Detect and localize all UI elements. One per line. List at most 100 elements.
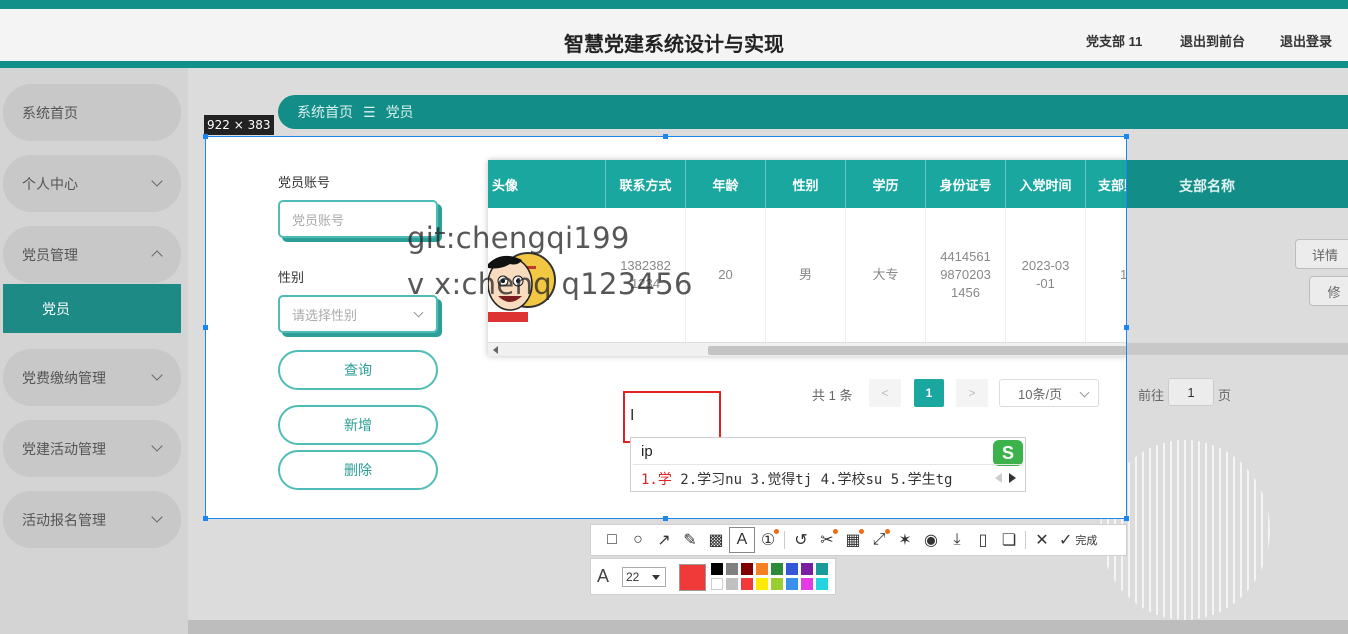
color-swatch[interactable] xyxy=(816,563,828,575)
detail-button[interactable]: 详情 xyxy=(1295,239,1348,269)
resize-handle[interactable] xyxy=(203,516,208,521)
annotation-text-box[interactable]: I xyxy=(623,391,721,443)
pager-current-page[interactable]: 1 xyxy=(914,379,944,407)
pin-icon[interactable]: ✶ xyxy=(892,527,918,553)
resize-handle[interactable] xyxy=(1124,134,1129,139)
cut-icon[interactable]: ✂ xyxy=(814,527,840,553)
color-swatch[interactable] xyxy=(756,578,768,590)
color-swatch[interactable] xyxy=(726,578,738,590)
add-button[interactable]: 新增 xyxy=(278,405,438,445)
scroll-thumb[interactable] xyxy=(708,346,1126,355)
resize-handle[interactable] xyxy=(1124,516,1129,521)
sidebar-item-activities[interactable]: 党建活动管理 xyxy=(3,420,181,477)
resize-handle[interactable] xyxy=(1124,325,1129,330)
color-swatch[interactable] xyxy=(726,563,738,575)
undo-icon[interactable]: ↺ xyxy=(788,527,814,553)
th-phone: 联系方式 xyxy=(606,160,686,208)
divider xyxy=(1025,531,1026,549)
goto-page-input[interactable]: 1 xyxy=(1168,378,1214,406)
page-scrollbar[interactable] xyxy=(188,620,1348,634)
th-id-number: 身份证号 xyxy=(926,160,1006,208)
color-swatch[interactable] xyxy=(771,563,783,575)
branch-user-link[interactable]: 党支部 11 xyxy=(1086,31,1142,50)
delete-button[interactable]: 删除 xyxy=(278,450,438,490)
color-swatch[interactable] xyxy=(801,578,813,590)
sidebar-item-label: 个人中心 xyxy=(22,175,78,192)
arrow-icon[interactable]: ↗ xyxy=(651,527,677,553)
ime-candidate-1[interactable]: 1.学 xyxy=(641,472,672,488)
query-button[interactable]: 查询 xyxy=(278,350,438,390)
download-icon[interactable]: ⤓ xyxy=(944,527,970,553)
chevron-down-icon xyxy=(151,175,163,187)
resize-handle[interactable] xyxy=(663,516,668,521)
ime-prev-icon[interactable] xyxy=(995,473,1002,483)
color-swatch[interactable] xyxy=(786,578,798,590)
ocr-icon[interactable]: ▦ xyxy=(840,527,866,553)
page-size-select[interactable]: 10条/页 xyxy=(999,379,1099,407)
chevron-down-icon xyxy=(151,511,163,523)
color-swatch[interactable] xyxy=(741,563,753,575)
color-swatch[interactable] xyxy=(711,578,723,590)
th-avatar: 头像 xyxy=(488,160,606,208)
done-button[interactable]: ✓ 完成 xyxy=(1059,530,1097,550)
table-header-overflow: 支部名称 xyxy=(1125,160,1348,208)
ime-next-icon[interactable] xyxy=(1009,473,1016,483)
table-scrollbar[interactable] xyxy=(488,342,1126,356)
pen-icon[interactable]: ✎ xyxy=(677,527,703,553)
record-icon[interactable]: ◉ xyxy=(918,527,944,553)
cell-branch-account: 11 xyxy=(1086,208,1126,342)
ellipse-icon[interactable]: ○ xyxy=(625,527,651,553)
chevron-down-icon xyxy=(151,369,163,381)
sidebar-item-label: 党员管理 xyxy=(22,246,78,263)
mosaic-icon[interactable]: ▩ xyxy=(703,527,729,553)
logout-link[interactable]: 退出登录 xyxy=(1280,31,1332,50)
color-swatch[interactable] xyxy=(741,578,753,590)
current-color-swatch[interactable] xyxy=(679,564,706,591)
check-icon: ✓ xyxy=(1059,532,1073,549)
sidebar-item-member-management[interactable]: 党员管理 xyxy=(3,226,181,283)
edit-button[interactable]: 修 xyxy=(1309,276,1348,306)
color-swatch[interactable] xyxy=(756,563,768,575)
th-age: 年龄 xyxy=(686,160,766,208)
expand-icon[interactable]: ⤢ xyxy=(866,527,892,553)
resize-handle[interactable] xyxy=(203,325,208,330)
ime-input: ip xyxy=(641,443,653,460)
capture-region[interactable]: 党员账号 党员账号 性别 请选择性别 查询 新增 删除 头像 联系方式 年龄 性… xyxy=(205,136,1127,519)
pager-next-button[interactable]: > xyxy=(956,379,988,407)
sidebar-subitem-member[interactable]: 党员 xyxy=(3,284,181,333)
sidebar-item-home[interactable]: 系统首页 xyxy=(3,84,181,141)
text-cursor-icon: I xyxy=(630,407,635,424)
th-branch-account: 支部账号 xyxy=(1086,160,1126,208)
exit-to-front-link[interactable]: 退出到前台 xyxy=(1180,31,1245,50)
color-swatch[interactable] xyxy=(771,578,783,590)
pager-prev-button[interactable]: < xyxy=(869,379,901,407)
screenshot-toolbar: □ ○ ↗ ✎ ▩ A ① ↺ ✂ ▦ ⤢ ✶ ◉ ⤓ ▯ ❏ ✕ ✓ 完成 xyxy=(590,524,1127,556)
th-education: 学历 xyxy=(846,160,926,208)
resize-handle[interactable] xyxy=(203,134,208,139)
color-swatch[interactable] xyxy=(801,563,813,575)
rectangle-icon[interactable]: □ xyxy=(599,527,625,553)
ime-candidate-window[interactable]: ip S 1.学 2.学习nu 3.觉得tj 4.学校su 5.学生tg xyxy=(630,437,1026,492)
chevron-down-icon xyxy=(1079,387,1090,398)
close-icon[interactable]: ✕ xyxy=(1029,527,1055,553)
resize-handle[interactable] xyxy=(663,134,668,139)
ime-candidate-5[interactable]: 5.学生tg xyxy=(891,472,953,488)
text-icon[interactable]: A xyxy=(729,527,755,553)
sidebar-item-signups[interactable]: 活动报名管理 xyxy=(3,491,181,548)
scroll-left-icon[interactable] xyxy=(493,346,498,354)
color-swatch[interactable] xyxy=(786,563,798,575)
font-size-select[interactable]: 22 xyxy=(622,567,666,587)
number-icon[interactable]: ① xyxy=(755,527,781,553)
ime-candidate-4[interactable]: 4.学校su xyxy=(821,472,883,488)
ime-candidate-2[interactable]: 2.学习nu xyxy=(680,472,742,488)
color-swatch[interactable] xyxy=(816,578,828,590)
member-table: 头像 联系方式 年龄 性别 学历 身份证号 入党时间 支部账号 1382382 xyxy=(488,160,1126,356)
sidebar-item-dues[interactable]: 党费缴纳管理 xyxy=(3,349,181,406)
breadcrumb-home[interactable]: 系统首页 xyxy=(297,102,353,122)
sidebar-item-label: 活动报名管理 xyxy=(22,511,106,528)
color-swatch[interactable] xyxy=(711,563,723,575)
phone-icon[interactable]: ▯ xyxy=(970,527,996,553)
bookmark-icon[interactable]: ❏ xyxy=(996,527,1022,553)
ime-candidate-3[interactable]: 3.觉得tj xyxy=(750,472,812,488)
sidebar-item-profile[interactable]: 个人中心 xyxy=(3,155,181,212)
